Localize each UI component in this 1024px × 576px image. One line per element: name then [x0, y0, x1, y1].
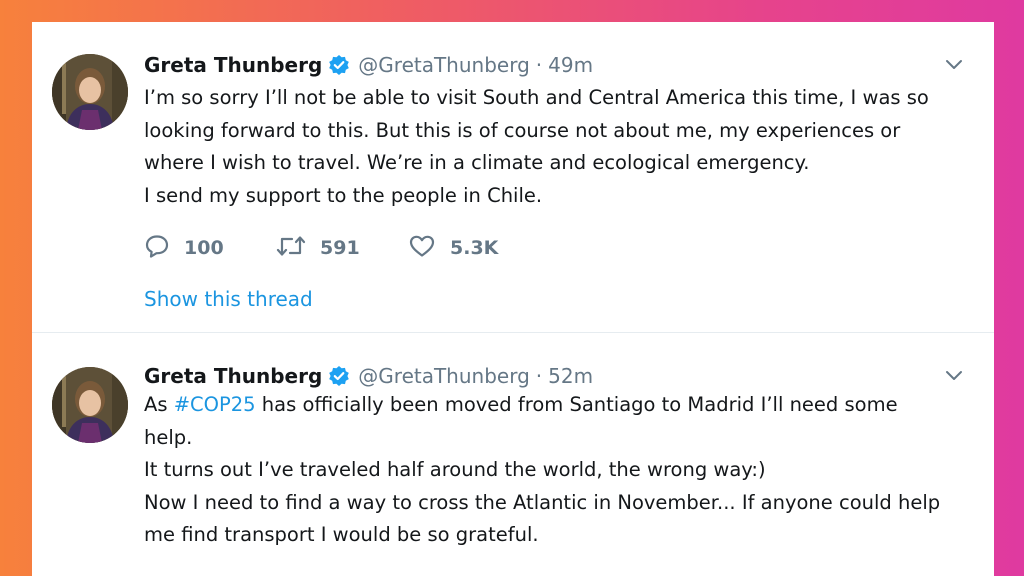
timestamp[interactable]: 52m: [548, 364, 593, 388]
separator-dot: ·: [535, 364, 543, 388]
tweet-text-line: looking forward to this. But this is of …: [144, 118, 901, 142]
tweet-text-line: I’m so sorry I’ll not be able to visit S…: [144, 86, 929, 109]
tweet-text-line: As #COP25 has officially been moved from…: [144, 389, 974, 422]
avatar[interactable]: [52, 54, 128, 130]
heart-icon: [408, 234, 436, 262]
tweet[interactable]: Greta Thunberg @GretaThunberg · 52m As #…: [32, 333, 994, 576]
tweet-actions: 100 591 5.3K: [144, 234, 540, 262]
author-handle[interactable]: @GretaThunberg: [358, 53, 530, 77]
chevron-down-icon[interactable]: [944, 365, 964, 389]
retweet-icon: [276, 234, 306, 262]
tweet-text: I’m so sorry I’ll not be able to visit S…: [144, 82, 974, 212]
tweet[interactable]: Greta Thunberg @GretaThunberg · 49m I’m …: [32, 22, 994, 333]
tweet-text-line: me find transport I would be so grateful…: [144, 523, 539, 546]
tweet-header: Greta Thunberg @GretaThunberg · 52m: [144, 361, 974, 391]
author-handle[interactable]: @GretaThunberg: [358, 364, 530, 388]
verified-badge-icon: [328, 54, 350, 76]
show-thread-link[interactable]: Show this thread: [144, 287, 313, 311]
tweet-feed: Greta Thunberg @GretaThunberg · 49m I’m …: [32, 22, 994, 576]
hashtag-link[interactable]: #COP25: [174, 393, 256, 416]
tweet-text-line: where I wish to travel. We’re in a clima…: [144, 151, 810, 174]
tweet-text-line: help.: [144, 425, 193, 449]
retweet-count: 591: [320, 237, 360, 259]
tweet-header: Greta Thunberg @GretaThunberg · 49m: [144, 50, 974, 80]
separator-dot: ·: [535, 53, 543, 77]
tweet-text-suffix: has officially been moved from Santiago …: [255, 393, 898, 416]
tweet-text-line: I send my support to the people in Chile…: [144, 183, 543, 207]
author-name[interactable]: Greta Thunberg: [144, 364, 322, 388]
reply-count: 100: [184, 237, 224, 259]
timestamp[interactable]: 49m: [548, 53, 593, 77]
like-count: 5.3K: [450, 237, 499, 259]
tweet-text-line: Now I need to find a way to cross the At…: [144, 490, 941, 514]
tweet-text-line: It turns out I’ve traveled half around t…: [144, 458, 766, 481]
reply-button[interactable]: 100: [144, 234, 276, 262]
tweet-text: As #COP25 has officially been moved from…: [144, 389, 974, 552]
chevron-down-icon[interactable]: [944, 54, 964, 78]
tweet-text-prefix: As: [144, 393, 174, 416]
reply-icon: [144, 234, 170, 262]
verified-badge-icon: [328, 365, 350, 387]
avatar[interactable]: [52, 367, 128, 443]
retweet-button[interactable]: 591: [276, 234, 408, 262]
like-button[interactable]: 5.3K: [408, 234, 540, 262]
author-name[interactable]: Greta Thunberg: [144, 53, 322, 77]
